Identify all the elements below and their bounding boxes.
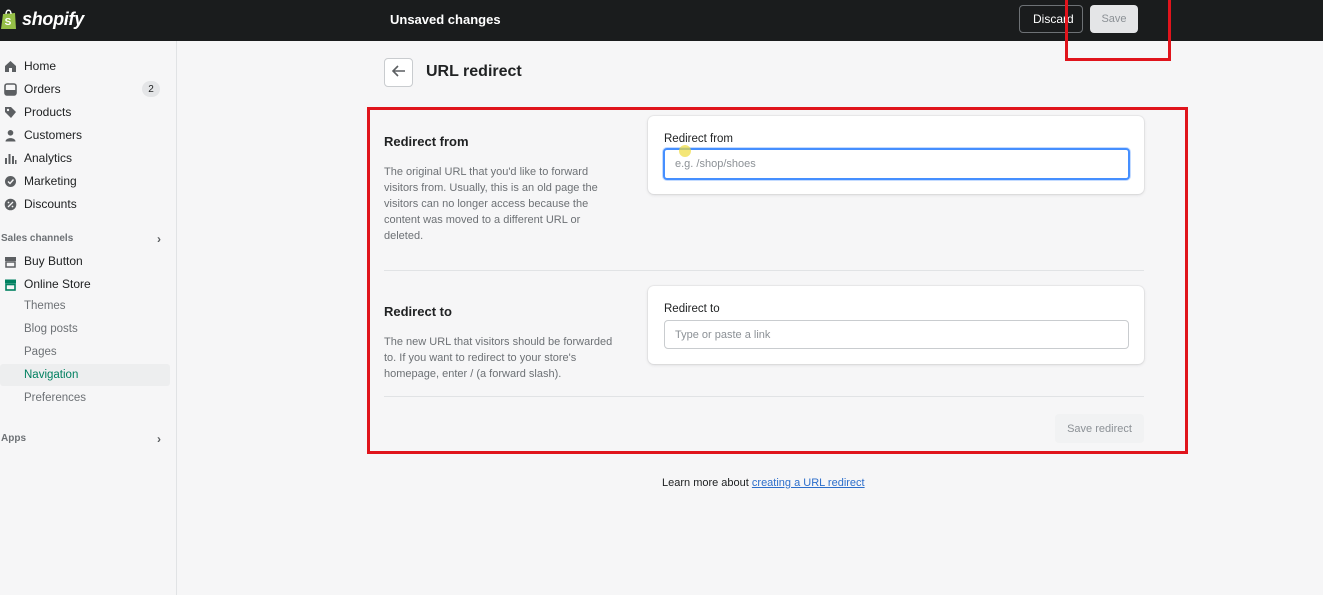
shopify-bag-icon: S <box>0 8 18 30</box>
orders-icon <box>3 82 17 96</box>
svg-text:S: S <box>5 17 12 28</box>
back-button[interactable] <box>384 58 413 87</box>
chevron-right-icon[interactable]: › <box>157 232 161 246</box>
sidebar-item-home[interactable]: Home <box>0 55 170 77</box>
apps-heading[interactable]: Apps › <box>1 432 161 446</box>
sidebar-subitem-navigation[interactable]: Navigation <box>0 364 170 386</box>
orders-count-badge: 2 <box>142 81 160 97</box>
sidebar-item-label: Products <box>24 105 72 119</box>
page-title: URL redirect <box>426 63 522 80</box>
discount-icon <box>3 197 17 211</box>
sidebar-item-customers[interactable]: Customers <box>0 124 170 146</box>
chevron-right-icon[interactable]: › <box>157 432 161 446</box>
sidebar-item-analytics[interactable]: Analytics <box>0 147 170 169</box>
form-annotation-box <box>367 107 1188 454</box>
sidebar-item-label: Marketing <box>24 174 77 188</box>
sidebar-item-buy-button[interactable]: Buy Button <box>0 250 170 272</box>
sidebar-subitem-blog-posts[interactable]: Blog posts <box>0 318 170 340</box>
sidebar-item-label: Buy Button <box>24 254 83 268</box>
learn-more-text: Learn more about creating a URL redirect <box>662 477 865 489</box>
logo-text: shopify <box>22 8 84 29</box>
sidebar-item-label: Orders <box>24 82 61 96</box>
store-icon <box>3 277 17 291</box>
apps-label: Apps <box>1 433 26 444</box>
sidebar-item-label: Analytics <box>24 151 73 165</box>
sidebar-subitem-pages[interactable]: Pages <box>0 341 170 363</box>
arrow-left-icon <box>391 65 406 80</box>
unsaved-changes-label: Unsaved changes <box>390 12 501 27</box>
home-icon <box>3 59 17 73</box>
sidebar-item-discounts[interactable]: Discounts <box>0 193 170 215</box>
tag-icon <box>3 105 17 119</box>
bar-chart-icon <box>3 151 17 165</box>
buy-button-icon <box>3 254 17 268</box>
shopify-logo[interactable]: S shopify <box>0 8 84 30</box>
sidebar-item-label: Customers <box>24 128 83 142</box>
sidebar-item-products[interactable]: Products <box>0 101 170 123</box>
sidebar: Home Orders 2 Products Customers Analyti… <box>0 41 177 595</box>
sidebar-item-label: Home <box>24 59 57 73</box>
sidebar-item-marketing[interactable]: Marketing <box>0 170 170 192</box>
learn-more-link[interactable]: creating a URL redirect <box>752 477 865 489</box>
sidebar-item-label: Discounts <box>24 197 77 211</box>
save-annotation-box <box>1065 0 1171 61</box>
marketing-icon <box>3 174 17 188</box>
sales-channels-heading[interactable]: Sales channels › <box>1 232 161 246</box>
sidebar-item-online-store[interactable]: Online Store <box>0 273 170 295</box>
sidebar-subitem-themes[interactable]: Themes <box>0 295 170 317</box>
sales-channels-label: Sales channels <box>1 233 74 244</box>
learn-more-prefix: Learn more about <box>662 477 749 489</box>
sidebar-item-orders[interactable]: Orders 2 <box>0 78 170 100</box>
person-icon <box>3 128 17 142</box>
sidebar-subitem-preferences[interactable]: Preferences <box>0 387 170 409</box>
sidebar-item-label: Online Store <box>24 277 91 291</box>
